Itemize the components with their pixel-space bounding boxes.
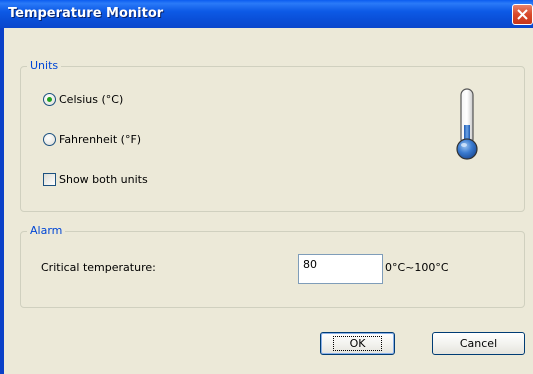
fahrenheit-radio-option[interactable]: Fahrenheit (°F) [43, 133, 141, 146]
celsius-radio[interactable] [43, 93, 56, 106]
window-title: Temperature Monitor [8, 6, 164, 21]
fahrenheit-radio[interactable] [43, 133, 56, 146]
critical-temperature-input[interactable] [298, 254, 383, 284]
close-button[interactable] [512, 4, 533, 25]
alarm-group: Alarm Critical temperature: 0°C~100°C [20, 224, 525, 308]
show-both-units-checkbox[interactable] [43, 173, 56, 186]
units-group: Units Celsius (°C) Fahrenheit (°F) Show … [20, 59, 525, 212]
title-bar[interactable]: Temperature Monitor [0, 0, 533, 28]
show-both-units-option[interactable]: Show both units [43, 173, 148, 186]
cancel-button[interactable]: Cancel [432, 332, 525, 355]
celsius-radio-option[interactable]: Celsius (°C) [43, 93, 123, 106]
fahrenheit-label: Fahrenheit (°F) [59, 133, 142, 146]
cancel-button-label: Cancel [459, 337, 498, 350]
celsius-label: Celsius (°C) [59, 93, 124, 106]
ok-button[interactable]: OK [320, 332, 395, 355]
close-icon [517, 9, 528, 20]
units-group-label: Units [27, 59, 62, 72]
thermometer-icon [456, 88, 478, 160]
show-both-units-label: Show both units [59, 173, 148, 186]
alarm-group-label: Alarm [27, 224, 66, 237]
dialog-window: Temperature Monitor Units Celsius (°C) F… [0, 0, 533, 374]
temperature-range-label: 0°C~100°C [385, 261, 449, 274]
critical-temperature-label: Critical temperature: [41, 261, 156, 274]
dialog-body: Units Celsius (°C) Fahrenheit (°F) Show … [4, 28, 533, 374]
ok-button-label: OK [332, 336, 383, 351]
